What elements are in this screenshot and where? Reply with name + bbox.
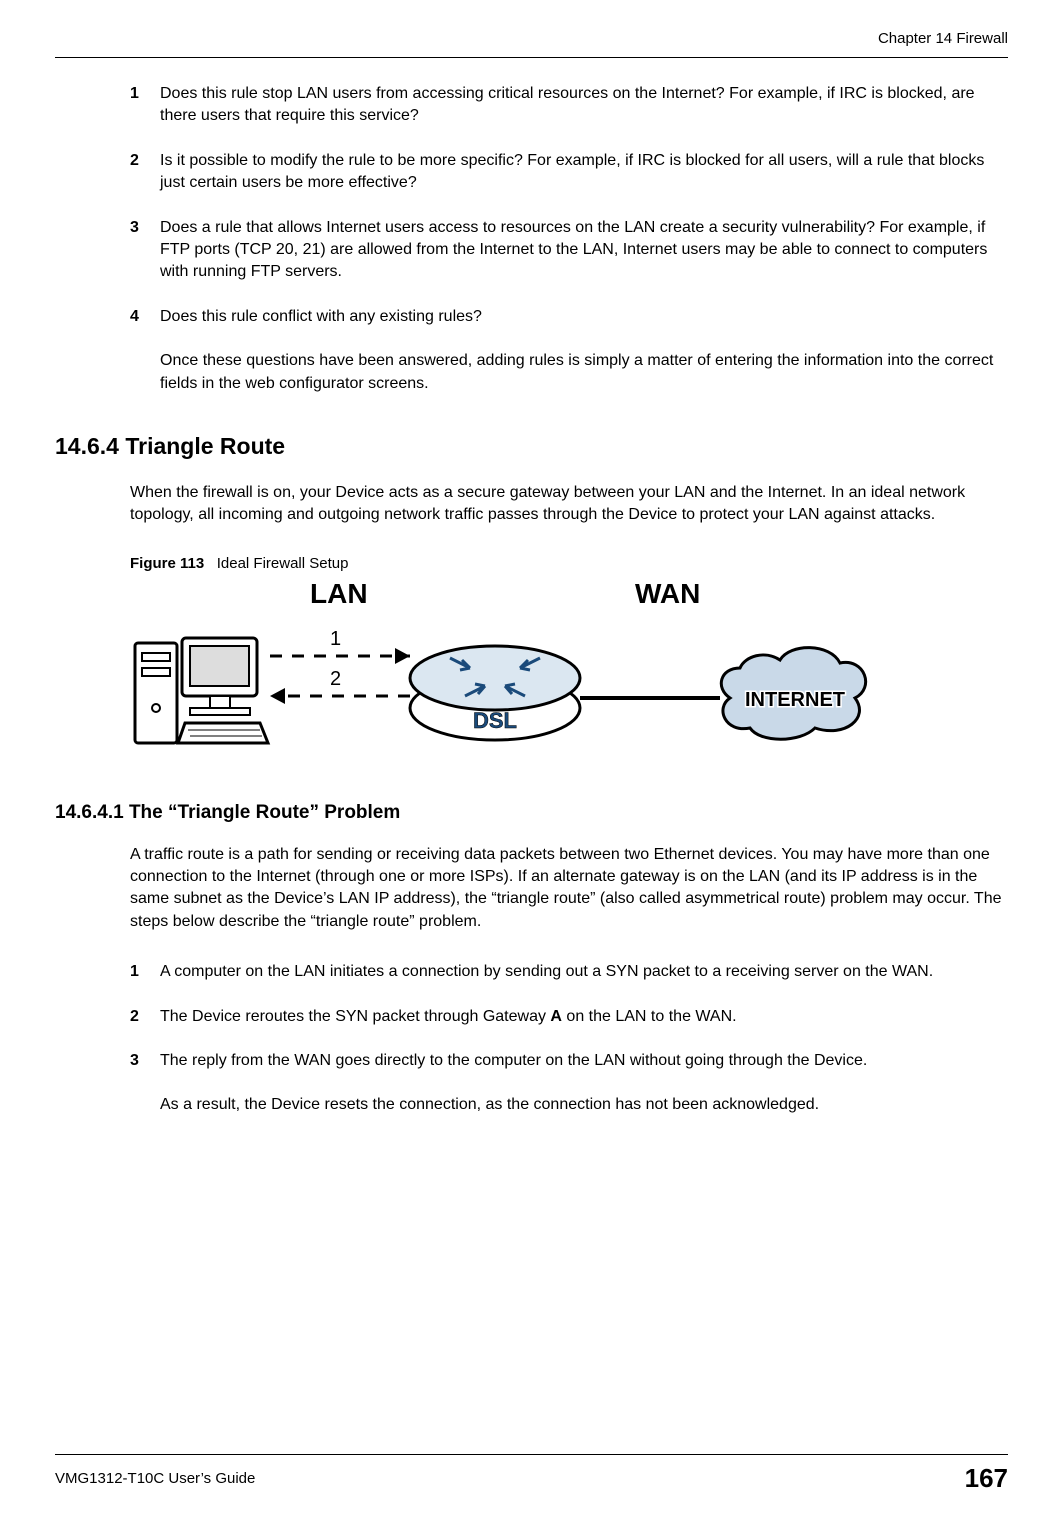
internet-cloud-icon: INTERNET [721, 647, 865, 739]
item-number: 3 [130, 217, 144, 284]
item-text: Does a rule that allows Internet users a… [160, 217, 1008, 284]
firewall-diagram: LAN WAN 1 2 [130, 578, 890, 768]
dsl-router-icon: DSL [410, 646, 580, 740]
item-text: Does this rule stop LAN users from acces… [160, 83, 1008, 128]
chapter-header: Chapter 14 Firewall [55, 30, 1008, 47]
item-number: 2 [130, 150, 144, 195]
list-item: 3 Does a rule that allows Internet users… [130, 217, 1008, 284]
item-number: 1 [130, 961, 144, 983]
subsection-closing: As a result, the Device resets the conne… [160, 1094, 1008, 1116]
subsection-heading: 14.6.4.1 The “Triangle Route” Problem [55, 802, 1008, 824]
rule-questions-list: 1 Does this rule stop LAN users from acc… [130, 83, 1008, 328]
figure-title: Ideal Firewall Setup [217, 555, 349, 572]
list-item: 2 Is it possible to modify the rule to b… [130, 150, 1008, 195]
item-number: 2 [130, 1006, 144, 1028]
list-item: 1 A computer on the LAN initiates a conn… [130, 961, 1008, 983]
triangle-steps-list: 1 A computer on the LAN initiates a conn… [130, 961, 1008, 1072]
item-number: 3 [130, 1050, 144, 1072]
wan-label: WAN [635, 578, 700, 610]
path-label-1: 1 [330, 628, 341, 651]
lan-label: LAN [310, 578, 368, 610]
list-item: 2 The Device reroutes the SYN packet thr… [130, 1006, 1008, 1028]
path-label-2: 2 [330, 668, 341, 691]
item-number: 1 [130, 83, 144, 128]
questions-closing: Once these questions have been answered,… [160, 350, 1008, 395]
item-text: The Device reroutes the SYN packet throu… [160, 1006, 1008, 1028]
item-text: Is it possible to modify the rule to be … [160, 150, 1008, 195]
figure-label: Figure 113 [130, 555, 204, 572]
list-item: 3 The reply from the WAN goes directly t… [130, 1050, 1008, 1072]
header-rule [55, 57, 1008, 58]
diagram-svg: DSL INTERNET [130, 578, 890, 768]
page-footer: VMG1312-T10C User’s Guide 167 [55, 1454, 1008, 1494]
list-item: 4 Does this rule conflict with any exist… [130, 306, 1008, 328]
guide-title: VMG1312-T10C User’s Guide [55, 1470, 255, 1487]
section-intro: When the firewall is on, your Device act… [130, 482, 1008, 527]
page-number: 167 [965, 1463, 1008, 1494]
footer-rule [55, 1454, 1008, 1455]
item-text: A computer on the LAN initiates a connec… [160, 961, 1008, 983]
subsection-intro: A traffic route is a path for sending or… [130, 844, 1008, 934]
pc-icon [135, 638, 268, 743]
svg-text:DSL: DSL [473, 708, 517, 733]
figure-caption: Figure 113 Ideal Firewall Setup [130, 555, 1008, 572]
item-text: Does this rule conflict with any existin… [160, 306, 1008, 328]
svg-text:INTERNET: INTERNET [745, 689, 845, 711]
list-item: 1 Does this rule stop LAN users from acc… [130, 83, 1008, 128]
section-heading: 14.6.4 Triangle Route [55, 433, 1008, 460]
item-text: The reply from the WAN goes directly to … [160, 1050, 1008, 1072]
item-number: 4 [130, 306, 144, 328]
